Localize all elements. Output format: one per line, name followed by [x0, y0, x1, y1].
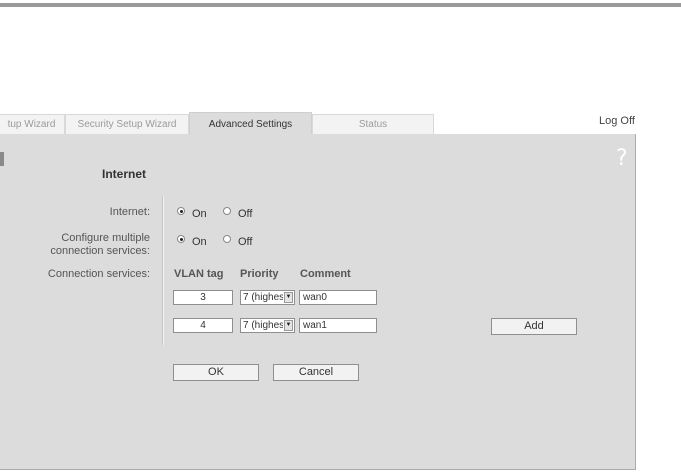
comment-input[interactable]: wan0 [299, 290, 377, 305]
tab-status[interactable]: Status [312, 114, 434, 134]
internet-off-label: Off [238, 208, 253, 220]
tab-advanced-settings[interactable]: Advanced Settings [189, 112, 312, 134]
multiple-on-radio[interactable] [177, 235, 185, 243]
vlan-tag-input[interactable]: 3 [173, 290, 233, 305]
priority-select[interactable]: 7 (highes ▼ [240, 318, 295, 333]
tab-security-setup-wizard[interactable]: Security Setup Wizard [65, 114, 189, 134]
internet-on-radio[interactable] [177, 207, 185, 215]
dropdown-arrow-icon[interactable]: ▼ [284, 292, 293, 303]
multiple-off-radio[interactable] [223, 235, 231, 243]
tab-setup-wizard[interactable]: tup Wizard [0, 114, 65, 134]
cancel-button[interactable]: Cancel [273, 364, 359, 381]
internet-label: Internet: [109, 206, 150, 218]
panel-edge-marker [0, 152, 4, 166]
vlan-tag-input[interactable]: 4 [173, 318, 233, 333]
help-icon[interactable]: ? [616, 146, 628, 171]
logoff-link[interactable]: Log Off [599, 115, 635, 127]
priority-value: 7 (highes [243, 292, 283, 303]
comment-input[interactable]: wan1 [299, 318, 377, 333]
form-divider [162, 197, 164, 345]
add-button[interactable]: Add [491, 318, 577, 335]
internet-on-label: On [192, 208, 207, 220]
connection-services-label: Connection services: [47, 268, 150, 280]
multiple-off-label: Off [238, 236, 253, 248]
multiple-on-label: On [192, 236, 207, 248]
column-priority: Priority [240, 268, 279, 280]
multiple-services-label: Configure multiple connection services: [50, 232, 150, 258]
priority-value: 7 (highes [243, 320, 283, 331]
dropdown-arrow-icon[interactable]: ▼ [284, 320, 293, 331]
column-comment: Comment [300, 268, 351, 280]
internet-off-radio[interactable] [223, 207, 231, 215]
ok-button[interactable]: OK [173, 364, 259, 381]
multiple-services-label-line1: Configure multiple [61, 232, 150, 244]
priority-select[interactable]: 7 (highes ▼ [240, 290, 295, 305]
multiple-services-label-line2: connection services: [50, 245, 150, 257]
column-vlan-tag: VLAN tag [174, 268, 224, 280]
section-title: Internet [102, 167, 147, 181]
top-rule [0, 3, 681, 7]
